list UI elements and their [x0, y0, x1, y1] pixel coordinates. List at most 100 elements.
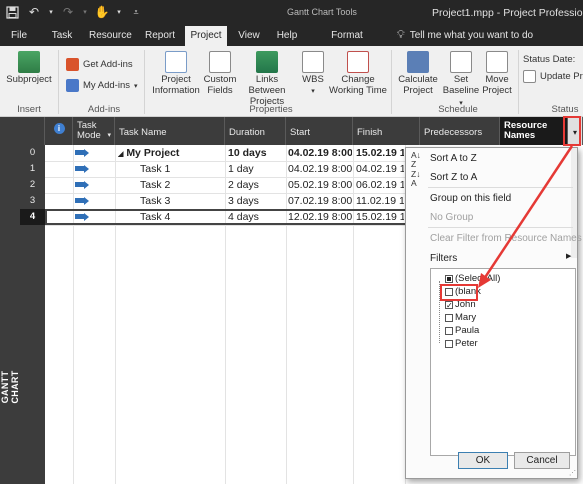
finish-column-header[interactable]: Finish — [353, 117, 420, 145]
tab-project[interactable]: Project — [185, 26, 227, 46]
set-baseline-button[interactable]: Set Baseline ▾ — [441, 51, 481, 109]
tab-report[interactable]: Report — [142, 26, 178, 46]
duration-column-header[interactable]: Duration — [225, 117, 286, 145]
tab-task[interactable]: Task — [48, 26, 76, 46]
clear-filter-item[interactable]: Clear Filter from Resource Names — [430, 233, 582, 244]
save-icon[interactable] — [4, 4, 20, 20]
checkbox-checked[interactable]: ✓ — [445, 300, 453, 309]
info-column-header[interactable]: i — [45, 117, 73, 145]
undo-icon[interactable]: ↶ — [26, 4, 42, 20]
finish-cell[interactable]: 11.02.19 17 — [356, 193, 404, 209]
task-name-cell[interactable]: Task 1 — [140, 161, 224, 177]
row-id-selected[interactable]: 4 — [20, 209, 45, 225]
filter-option-paula[interactable]: Paula — [445, 325, 479, 336]
ribbon: Subproject Insert Get Add-ins My Add-ins… — [0, 46, 583, 117]
predecessors-column-header[interactable]: Predecessors — [420, 117, 500, 145]
get-addins-label: Get Add-ins — [83, 59, 133, 70]
row-id[interactable]: 2 — [20, 177, 45, 193]
row-id[interactable]: 1 — [20, 161, 45, 177]
change-working-time-button[interactable]: Change Working Time — [328, 51, 388, 96]
task-name-cell[interactable]: ◢ My Project — [118, 145, 224, 161]
finish-cell[interactable]: 04.02.19 17 — [356, 161, 404, 177]
my-addins-button[interactable]: My Add-ins ▾ — [66, 79, 138, 92]
tab-help[interactable]: Help — [272, 26, 302, 46]
custom-fields-button[interactable]: Custom Fields — [203, 51, 237, 96]
undo-dropdown-icon[interactable]: ▾ — [48, 4, 54, 20]
chevron-down-icon[interactable]: ▾ — [107, 131, 111, 141]
task-name-cell[interactable]: Task 3 — [140, 193, 224, 209]
checkbox-unchecked[interactable] — [445, 326, 453, 335]
cancel-button[interactable]: Cancel — [514, 452, 570, 469]
finish-cell[interactable]: 15.02.19 17 — [356, 145, 404, 161]
chevron-down-icon: ▾ — [311, 88, 315, 95]
finish-cell[interactable]: 15.02.19 17 — [356, 209, 404, 225]
tell-me-search[interactable]: 💡︎ Tell me what you want to do — [397, 29, 533, 42]
wbs-button[interactable]: WBS ▾ — [300, 51, 326, 97]
redo-icon[interactable]: ↷ — [60, 4, 76, 20]
touch-dropdown-icon[interactable]: ▾ — [116, 4, 122, 20]
filter-option-select-all[interactable]: (Select All) — [445, 273, 500, 284]
links-between-projects-button[interactable]: Links Between Projects — [237, 51, 297, 107]
filter-values-list[interactable]: (Select All) (blank ✓ John Mary Paula Pe… — [430, 268, 576, 456]
calculate-project-button[interactable]: Calculate Project — [396, 51, 440, 96]
start-cell[interactable]: 07.02.19 8:00 — [288, 193, 352, 209]
get-addins-button[interactable]: Get Add-ins — [66, 58, 133, 71]
row-id[interactable]: 3 — [20, 193, 45, 209]
duration-cell[interactable]: 4 days — [228, 209, 285, 225]
view-bar[interactable]: GANTT CHART — [0, 117, 20, 484]
row-id[interactable]: 0 — [20, 145, 45, 161]
duration-cell[interactable]: 3 days — [228, 193, 285, 209]
start-cell[interactable]: 12.02.19 8:00 — [288, 209, 352, 225]
status-date-button[interactable]: Status Date: — [523, 54, 575, 65]
grid-header: i Task Mode ▾ Task Name Duration Start Fi… — [20, 117, 583, 145]
task-name-text: My Project — [126, 147, 180, 159]
filters-submenu-item[interactable]: Filters — [430, 253, 457, 264]
finish-cell[interactable]: 06.02.19 17 — [356, 177, 404, 193]
resource-names-filter-dropdown[interactable]: ▾ — [568, 117, 583, 145]
task-name-column-header[interactable]: Task Name — [115, 117, 225, 145]
my-addins-label: My Add-ins — [83, 80, 130, 91]
start-cell[interactable]: 04.02.19 8:00 — [288, 145, 352, 161]
resource-names-column-header[interactable]: Resource Names — [500, 117, 568, 145]
sort-a-to-z-item[interactable]: Sort A to Z — [430, 153, 477, 164]
no-group-item[interactable]: No Group — [430, 212, 473, 223]
checkbox-unchecked[interactable] — [445, 313, 453, 322]
option-label: Peter — [455, 338, 478, 349]
start-column-header[interactable]: Start — [286, 117, 353, 145]
filter-option-john[interactable]: ✓ John — [445, 299, 476, 310]
select-all-corner[interactable] — [20, 117, 45, 145]
tab-resource[interactable]: Resource — [89, 26, 132, 46]
tab-view[interactable]: View — [234, 26, 264, 46]
filter-option-peter[interactable]: Peter — [445, 338, 478, 349]
duration-cell[interactable]: 2 days — [228, 177, 285, 193]
project-information-button[interactable]: Project Information — [150, 51, 202, 96]
tab-format[interactable]: Format — [325, 26, 369, 46]
subproject-button[interactable]: Subproject — [6, 51, 52, 85]
auto-schedule-icon — [75, 149, 89, 157]
touch-mode-icon[interactable]: ✋ — [94, 4, 110, 20]
update-project-button[interactable]: Update Pr — [523, 70, 583, 83]
filter-option-blank[interactable]: (blank — [445, 286, 481, 297]
move-project-button[interactable]: Move Project — [481, 51, 513, 96]
task-name-cell[interactable]: Task 4 — [140, 209, 224, 225]
group-on-field-item[interactable]: Group on this field — [430, 193, 511, 204]
filter-option-mary[interactable]: Mary — [445, 312, 476, 323]
duration-cell[interactable]: 10 days — [228, 145, 285, 161]
ok-button[interactable]: OK — [458, 452, 508, 469]
checkbox-partial[interactable] — [445, 274, 453, 283]
task-mode-column-header[interactable]: Task Mode ▾ — [73, 117, 115, 145]
customize-qat-icon[interactable]: ⩡ — [128, 4, 144, 20]
checkbox-unchecked[interactable] — [445, 339, 453, 348]
collapse-triangle-icon[interactable]: ◢ — [118, 151, 123, 158]
resize-grip-icon[interactable]: ⋰ — [569, 469, 576, 477]
start-cell[interactable]: 05.02.19 8:00 — [288, 177, 352, 193]
option-label: Paula — [455, 325, 480, 336]
task-name-cell[interactable]: Task 2 — [140, 177, 224, 193]
duration-cell[interactable]: 1 day — [228, 161, 285, 177]
tab-file[interactable]: File — [8, 26, 30, 46]
redo-dropdown-icon[interactable]: ▾ — [82, 4, 88, 20]
start-cell[interactable]: 04.02.19 8:00 — [288, 161, 352, 177]
checkbox-unchecked[interactable] — [445, 287, 453, 296]
subproject-label: Subproject — [6, 74, 52, 85]
sort-z-to-a-item[interactable]: Sort Z to A — [430, 172, 477, 183]
